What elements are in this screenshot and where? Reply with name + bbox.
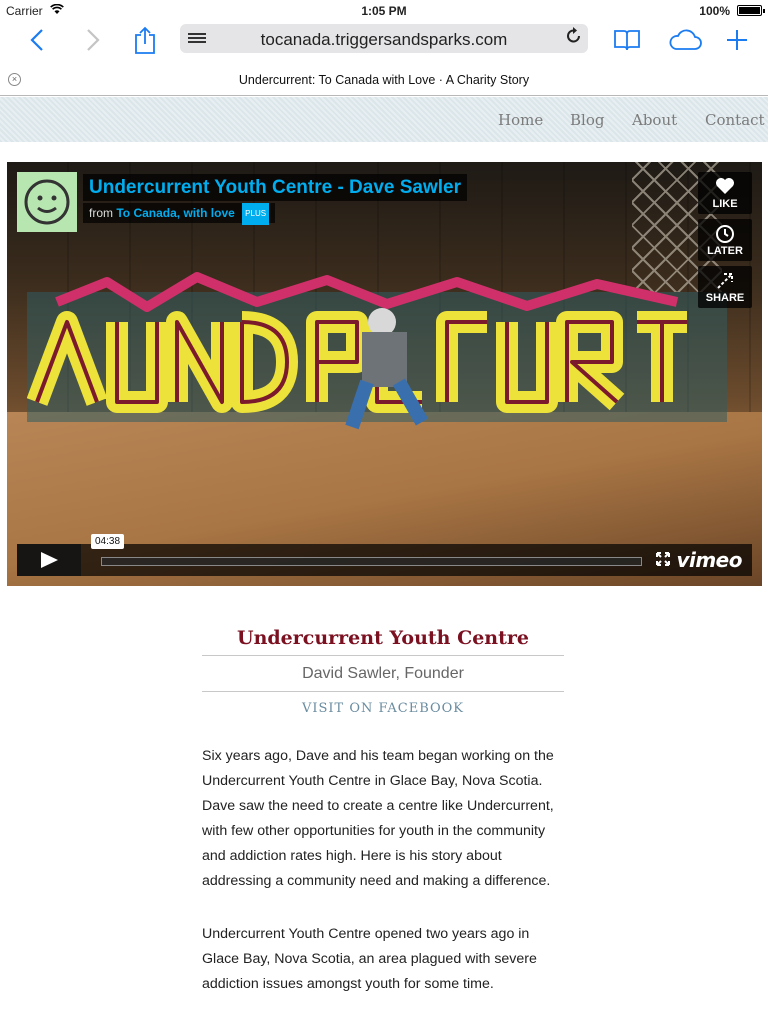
play-button[interactable]	[17, 544, 81, 576]
url-text: tocanada.triggersandsparks.com	[260, 30, 508, 49]
forward-icon[interactable]	[78, 24, 108, 56]
graffiti-mural	[27, 272, 727, 430]
article-paragraph: Six years ago, Dave and his team began w…	[202, 748, 554, 889]
clock-icon	[716, 225, 734, 243]
battery-icon	[737, 5, 765, 16]
nav-about[interactable]: About	[632, 111, 677, 129]
icloud-tabs-icon[interactable]	[666, 24, 704, 56]
battery-percent: 100%	[699, 4, 730, 18]
status-bar: Carrier 1:05 PM 100%	[0, 0, 768, 20]
plus-badge: PLUS	[242, 203, 270, 225]
facebook-link[interactable]: VISIT ON FACEBOOK	[202, 701, 564, 716]
vimeo-logo[interactable]: vimeo	[676, 548, 742, 572]
like-label: LIKE	[712, 198, 738, 210]
tab-title[interactable]: Undercurrent: To Canada with Love · A Ch…	[0, 73, 768, 87]
site-nav: Home Blog About Contact	[0, 97, 768, 142]
share-label: SHARE	[705, 292, 745, 304]
video-controls: 04:38 vimeo	[17, 534, 752, 576]
channel-link[interactable]: To Canada, with love	[116, 206, 234, 220]
nav-blog[interactable]: Blog	[570, 111, 604, 129]
back-icon[interactable]	[22, 24, 52, 56]
nav-contact[interactable]: Contact	[705, 111, 765, 129]
article-subtitle: David Sawler, Founder	[302, 665, 464, 682]
nav-home[interactable]: Home	[498, 111, 543, 129]
share-arrow-icon	[717, 273, 733, 289]
divider	[202, 691, 564, 692]
fullscreen-icon[interactable]	[656, 552, 670, 571]
channel-avatar[interactable]	[17, 172, 77, 232]
from-label: from	[89, 206, 113, 220]
duration-label: 04:38	[91, 534, 125, 549]
address-bar[interactable]: tocanada.triggersandsparks.com	[180, 24, 588, 53]
video-title[interactable]: Undercurrent Youth Centre - Dave Sawler	[83, 174, 468, 201]
like-button[interactable]: LIKE	[698, 172, 752, 214]
share-button[interactable]: SHARE	[698, 266, 752, 308]
video-player[interactable]: Undercurrent Youth Centre - Dave Sawler …	[7, 162, 762, 586]
share-icon[interactable]	[130, 24, 160, 56]
heart-icon	[716, 178, 734, 194]
watch-later-button[interactable]: LATER	[698, 219, 752, 261]
progress-bar[interactable]	[101, 557, 642, 566]
new-tab-icon[interactable]	[722, 24, 752, 56]
video-byline: from To Canada, with love PLUS	[83, 203, 276, 225]
article-title: Undercurrent Youth Centre	[237, 627, 529, 649]
browser-toolbar: tocanada.triggersandsparks.com	[0, 20, 768, 62]
tab-bar: × Undercurrent: To Canada with Love · A …	[0, 66, 768, 96]
later-label: LATER	[707, 245, 743, 257]
bookmarks-icon[interactable]	[612, 24, 642, 56]
article: Undercurrent Youth Centre David Sawler, …	[202, 625, 564, 997]
article-paragraph: Undercurrent Youth Centre opened two yea…	[202, 926, 537, 992]
reload-icon[interactable]	[566, 26, 582, 49]
clock: 1:05 PM	[361, 4, 407, 18]
